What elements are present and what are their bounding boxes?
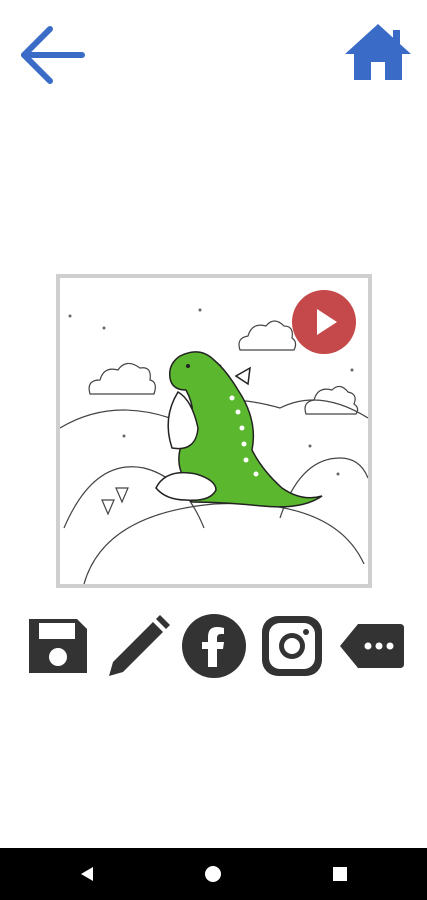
save-button[interactable] xyxy=(22,610,94,682)
save-icon xyxy=(29,619,87,673)
nav-back-icon xyxy=(81,867,93,881)
system-home-button[interactable] xyxy=(183,848,243,900)
play-icon xyxy=(292,290,356,354)
home-button[interactable] xyxy=(340,20,416,86)
instagram-icon xyxy=(262,616,322,676)
system-recents-button[interactable] xyxy=(310,848,370,900)
play-button[interactable] xyxy=(291,289,357,355)
home-icon xyxy=(345,24,411,80)
edit-icon xyxy=(109,615,170,676)
arrow-left-icon xyxy=(21,26,85,84)
more-share-button[interactable] xyxy=(336,610,408,682)
nav-home-icon xyxy=(205,866,221,882)
system-navigation-bar xyxy=(0,848,427,900)
facebook-share-button[interactable] xyxy=(179,610,249,682)
facebook-icon xyxy=(182,614,246,678)
edit-button[interactable] xyxy=(101,610,173,682)
instagram-share-button[interactable] xyxy=(257,610,327,682)
nav-recents-icon xyxy=(333,867,347,881)
system-back-button[interactable] xyxy=(57,848,117,900)
back-button[interactable] xyxy=(14,20,88,90)
more-icon xyxy=(340,624,404,668)
